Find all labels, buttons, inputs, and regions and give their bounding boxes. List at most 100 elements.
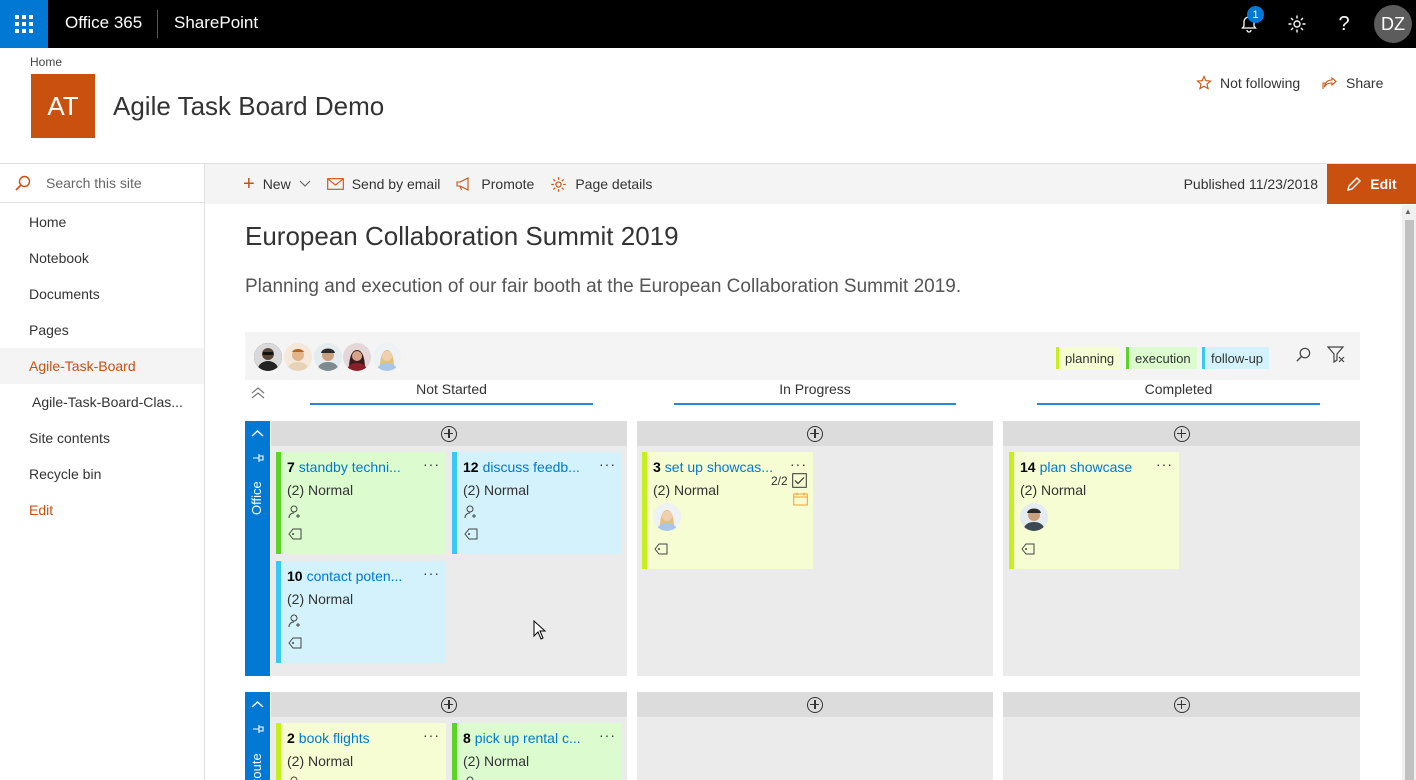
help-button[interactable]: ?	[1332, 12, 1356, 36]
calendar-icon[interactable]	[793, 492, 808, 509]
task-title-link[interactable]: discuss feedb...	[483, 459, 580, 475]
nav-item-documents[interactable]: Documents	[0, 276, 204, 312]
task-title-link[interactable]: pick up rental c...	[475, 730, 581, 746]
team-member-avatar[interactable]	[284, 343, 312, 371]
site-logo[interactable]: AT	[31, 74, 95, 138]
command-bar: + New Send by email Promote Page details…	[205, 164, 1416, 204]
question-icon: ?	[1338, 12, 1350, 35]
task-card[interactable]: 14 plan showcase ··· (2) Normal	[1009, 452, 1179, 569]
pin-icon[interactable]	[252, 723, 264, 738]
site-search-box[interactable]: Search this site	[0, 164, 204, 203]
tag-icon[interactable]	[1021, 543, 1035, 558]
board-cell-route-completed	[1003, 692, 1360, 780]
nav-item-agile-task-board-classic[interactable]: Agile-Task-Board-Clas...	[0, 384, 204, 420]
assign-person-icon[interactable]	[288, 505, 302, 522]
new-button[interactable]: + New	[243, 173, 311, 196]
breadcrumb[interactable]: Home	[30, 55, 62, 69]
task-id: 7	[287, 459, 295, 475]
task-menu-button[interactable]: ···	[423, 727, 440, 743]
waffle-icon	[15, 15, 33, 33]
task-id: 10	[287, 568, 303, 584]
settings-button[interactable]	[1285, 12, 1309, 36]
sharepoint-link[interactable]: SharePoint	[174, 13, 258, 33]
team-member-avatar[interactable]	[343, 343, 371, 371]
edit-label: Edit	[1370, 176, 1397, 192]
task-card[interactable]: 3 set up showcas... ··· (2) Normal 2/2	[642, 452, 813, 569]
add-task-button[interactable]	[271, 692, 627, 717]
assign-person-icon[interactable]	[464, 505, 478, 522]
swimlane-label: Office	[249, 481, 264, 515]
swimlane-header-route[interactable]: Route	[245, 692, 270, 780]
task-menu-button[interactable]: ···	[599, 456, 616, 472]
swimlane-header-office[interactable]: Office	[245, 421, 270, 676]
nav-item-recycle-bin[interactable]: Recycle bin	[0, 456, 204, 492]
tag-filter-execution[interactable]: execution	[1126, 347, 1197, 369]
column-header-not-started[interactable]: Not Started	[310, 381, 593, 405]
nav-item-pages[interactable]: Pages	[0, 312, 204, 348]
task-menu-button[interactable]: ···	[599, 727, 616, 743]
assignee-avatar[interactable]	[1020, 503, 1048, 531]
chevron-up-icon[interactable]	[251, 698, 264, 712]
tag-icon[interactable]	[654, 543, 668, 558]
add-task-button[interactable]	[637, 692, 993, 717]
site-title[interactable]: Agile Task Board Demo	[113, 91, 384, 122]
task-title-link[interactable]: set up showcas...	[665, 459, 773, 475]
task-card[interactable]: 8 pick up rental c... ··· (2) Normal	[452, 723, 622, 780]
task-menu-button[interactable]: ···	[790, 456, 807, 472]
task-menu-button[interactable]: ···	[1156, 456, 1173, 472]
task-card[interactable]: 2 book flights ··· (2) Normal	[276, 723, 446, 780]
assign-person-icon[interactable]	[288, 614, 302, 631]
tag-icon[interactable]	[288, 528, 302, 543]
column-header-in-progress[interactable]: In Progress	[674, 381, 956, 405]
follow-button[interactable]: Not following	[1196, 75, 1300, 91]
tag-icon[interactable]	[464, 528, 478, 543]
task-id: 3	[653, 459, 661, 475]
column-header-completed[interactable]: Completed	[1037, 381, 1320, 405]
app-launcher-button[interactable]	[0, 0, 48, 48]
nav-item-notebook[interactable]: Notebook	[0, 240, 204, 276]
tag-filter-planning[interactable]: planning	[1056, 347, 1121, 369]
assign-person-icon[interactable]	[464, 776, 478, 780]
board-filter-button[interactable]	[1326, 346, 1345, 368]
nav-item-home[interactable]: Home	[0, 204, 204, 240]
task-title-link[interactable]: standby techni...	[299, 459, 401, 475]
page-details-button[interactable]: Page details	[550, 176, 652, 193]
collapse-all-lanes-button[interactable]	[251, 386, 265, 403]
nav-edit-link[interactable]: Edit	[0, 492, 204, 528]
scrollbar-thumb[interactable]	[1405, 220, 1414, 780]
nav-item-site-contents[interactable]: Site contents	[0, 420, 204, 456]
add-task-button[interactable]	[271, 421, 627, 446]
task-title-link[interactable]: plan showcase	[1040, 459, 1133, 475]
task-menu-button[interactable]: ···	[423, 456, 440, 472]
team-member-avatar[interactable]	[373, 343, 401, 371]
team-member-avatar[interactable]	[254, 343, 282, 371]
task-card[interactable]: 10 contact poten... ··· (2) Normal	[276, 561, 446, 663]
task-card[interactable]: 12 discuss feedb... ··· (2) Normal	[452, 452, 622, 554]
task-card[interactable]: 7 standby techni... ··· (2) Normal	[276, 452, 446, 554]
checkbox-checked-icon[interactable]	[792, 473, 807, 491]
chevron-down-icon	[299, 180, 311, 187]
user-avatar[interactable]: DZ	[1374, 5, 1412, 43]
send-by-email-button[interactable]: Send by email	[326, 176, 440, 192]
task-title-link[interactable]: contact poten...	[307, 568, 403, 584]
share-button[interactable]: Share	[1321, 75, 1383, 91]
nav-item-agile-task-board[interactable]: Agile-Task-Board	[0, 348, 204, 384]
board-search-button[interactable]	[1295, 346, 1312, 368]
promote-button[interactable]: Promote	[456, 176, 534, 192]
edit-page-button[interactable]: Edit	[1327, 164, 1416, 204]
task-title-link[interactable]: book flights	[299, 730, 370, 746]
add-task-button[interactable]	[637, 421, 993, 446]
scroll-up-arrow-icon[interactable]: ▲	[1404, 207, 1412, 216]
team-member-avatar[interactable]	[314, 343, 342, 371]
chevron-up-icon[interactable]	[251, 427, 264, 441]
office365-link[interactable]: Office 365	[65, 13, 142, 33]
add-task-button[interactable]	[1003, 692, 1360, 717]
pin-icon[interactable]	[252, 452, 264, 467]
assignee-avatar[interactable]	[653, 503, 681, 531]
tag-icon[interactable]	[288, 637, 302, 652]
page-details-label: Page details	[575, 176, 653, 192]
add-task-button[interactable]	[1003, 421, 1360, 446]
assign-person-icon[interactable]	[288, 776, 302, 780]
tag-filter-follow-up[interactable]: follow-up	[1202, 347, 1270, 369]
task-menu-button[interactable]: ···	[423, 565, 440, 581]
